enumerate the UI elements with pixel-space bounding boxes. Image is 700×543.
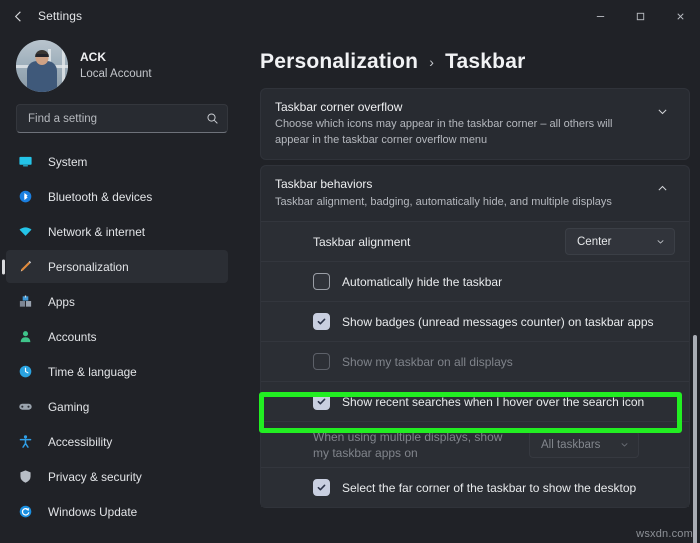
sidebar-item-windows-update[interactable]: Windows Update (6, 495, 228, 528)
maximize-button[interactable] (620, 0, 660, 32)
sidebar-item-accessibility[interactable]: Accessibility (6, 425, 228, 458)
sidebar-item-time-language[interactable]: Time & language (6, 355, 228, 388)
setting-row-automatically-hide-the-taskbar[interactable]: Automatically hide the taskbar (261, 261, 689, 301)
sidebar-item-label: Personalization (48, 260, 129, 274)
card-subtitle: Taskbar alignment, badging, automaticall… (275, 195, 643, 211)
sidebar-item-label: Windows Update (48, 505, 137, 519)
back-button[interactable] (0, 0, 36, 32)
checkbox-show-recent-searches-when-i-hover-over-the-sea[interactable] (313, 393, 330, 410)
sidebar-item-label: Time & language (48, 365, 137, 379)
avatar (16, 40, 68, 92)
dropdown-value: Center (577, 236, 655, 248)
sidebar-item-label: Apps (48, 295, 75, 309)
setting-row-taskbar-alignment[interactable]: Taskbar alignment Center (261, 221, 689, 261)
checkbox-label: Show badges (unread messages counter) on… (342, 315, 654, 329)
sidebar-item-system[interactable]: System (6, 145, 228, 178)
checkbox-label: Select the far corner of the taskbar to … (342, 481, 636, 495)
checkbox-show-my-taskbar-on-all-displays (313, 353, 330, 370)
checkbox-label: Automatically hide the taskbar (342, 275, 502, 289)
sidebar-item-label: Gaming (48, 400, 89, 414)
dropdown-when-using-multiple-displays-show-my-taskbar-a: All taskbars (529, 431, 639, 458)
sidebar-item-label: Privacy & security (48, 470, 142, 484)
sidebar-nav: System Bluetooth & devices Network & inter… (0, 145, 228, 530)
main-content: Personalization › Taskbar Taskbar corner… (238, 32, 700, 543)
apps-icon (18, 293, 40, 311)
close-button[interactable] (660, 0, 700, 32)
sidebar-item-apps[interactable]: Apps (6, 285, 228, 318)
update-icon (18, 503, 40, 521)
sidebar-item-privacy-security[interactable]: Privacy & security (6, 460, 228, 493)
chevron-down-icon[interactable] (649, 99, 675, 118)
gamepad-icon (18, 398, 40, 416)
sidebar-item-gaming[interactable]: Gaming (6, 390, 228, 423)
title-bar: Settings (0, 0, 700, 32)
breadcrumb: Personalization › Taskbar (248, 32, 700, 88)
person-icon (18, 328, 40, 346)
settings-cards: Taskbar corner overflow Choose which ico… (248, 88, 700, 508)
sidebar-item-personalization[interactable]: Personalization (6, 250, 228, 283)
dropdown-value: All taskbars (541, 439, 619, 451)
setting-label: When using multiple displays, show my ta… (261, 429, 521, 461)
account-block[interactable]: ACK Local Account (0, 32, 228, 102)
accessibility-icon (18, 433, 40, 451)
sidebar: ACK Local Account System Bluetooth & devi… (0, 32, 238, 543)
setting-row-show-my-taskbar-on-all-displays[interactable]: Show my taskbar on all displays (261, 341, 689, 381)
sidebar-item-label: System (48, 155, 87, 169)
setting-row-show-badges-unread-messages-counter-on-taskbar[interactable]: Show badges (unread messages counter) on… (261, 301, 689, 341)
setting-row-select-the-far-corner-of-the-taskbar-to-show-t[interactable]: Select the far corner of the taskbar to … (261, 467, 689, 507)
window-body: ACK Local Account System Bluetooth & devi… (0, 32, 700, 543)
chevron-down-icon (655, 236, 666, 247)
setting-row-show-recent-searches-when-i-hover-over-the-sea[interactable]: Show recent searches when I hover over t… (261, 381, 689, 421)
dropdown-taskbar-alignment[interactable]: Center (565, 228, 675, 255)
page-title: Taskbar (445, 50, 525, 74)
window-title: Settings (38, 9, 82, 23)
monitor-icon (18, 153, 40, 171)
card-subtitle: Choose which icons may appear in the tas… (275, 117, 643, 148)
card-taskbar-corner-overflow[interactable]: Taskbar corner overflow Choose which ico… (260, 88, 690, 160)
sidebar-item-network-internet[interactable]: Network & internet (6, 215, 228, 248)
brush-icon (18, 258, 40, 276)
minimize-button[interactable] (580, 0, 620, 32)
card-taskbar-behaviors[interactable]: Taskbar behaviors Taskbar alignment, bad… (260, 165, 690, 508)
wifi-icon (18, 223, 40, 241)
sidebar-item-bluetooth-devices[interactable]: Bluetooth & devices (6, 180, 228, 213)
checkbox-automatically-hide-the-taskbar[interactable] (313, 273, 330, 290)
search-input[interactable] (28, 113, 206, 125)
chevron-up-icon[interactable] (649, 176, 675, 195)
checkbox-select-the-far-corner-of-the-taskbar-to-show-t[interactable] (313, 479, 330, 496)
checkbox-label: Show my taskbar on all displays (342, 355, 513, 369)
checkbox-show-badges-unread-messages-counter-on-taskbar[interactable] (313, 313, 330, 330)
clock-icon (18, 363, 40, 381)
settings-window: Settings (0, 0, 700, 543)
setting-row-when-using-multiple-displays-show-my-taskbar-a[interactable]: When using multiple displays, show my ta… (261, 421, 689, 467)
sidebar-item-label: Bluetooth & devices (48, 190, 152, 204)
sidebar-item-label: Accessibility (48, 435, 112, 449)
sidebar-item-label: Accounts (48, 330, 97, 344)
bluetooth-icon (18, 188, 40, 206)
setting-label: Taskbar alignment (261, 234, 557, 250)
watermark: wsxdn.com (636, 528, 693, 540)
search-box[interactable] (16, 104, 228, 133)
checkbox-label: Show recent searches when I hover over t… (342, 395, 644, 409)
card-title: Taskbar behaviors (275, 176, 649, 192)
vertical-scrollbar[interactable] (693, 335, 697, 543)
account-type: Local Account (80, 67, 152, 82)
shield-icon (18, 468, 40, 486)
sidebar-item-label: Network & internet (48, 225, 145, 239)
card-title: Taskbar corner overflow (275, 99, 649, 115)
search-icon (206, 112, 219, 125)
breadcrumb-parent[interactable]: Personalization (260, 50, 418, 74)
breadcrumb-separator: › (429, 54, 434, 70)
account-name: ACK (80, 50, 152, 66)
behavior-rows: Taskbar alignment Center Automatically hid… (261, 221, 689, 507)
sidebar-item-accounts[interactable]: Accounts (6, 320, 228, 353)
chevron-down-icon (619, 439, 630, 450)
